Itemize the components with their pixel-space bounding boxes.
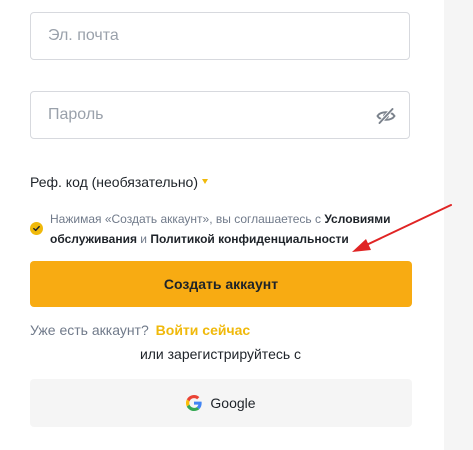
terms-agreement-text: Нажимая «Создать аккаунт», вы соглашаете…: [50, 209, 410, 249]
email-field[interactable]: [30, 12, 410, 60]
eye-slash-icon[interactable]: [375, 105, 397, 127]
terms-prefix: Нажимая «Создать аккаунт», вы соглашаете…: [50, 212, 325, 226]
login-prompt-text: Уже есть аккаунт?: [30, 322, 149, 338]
login-prompt-row: Уже есть аккаунт? Войти сейчас: [30, 322, 250, 338]
create-account-button[interactable]: Создать аккаунт: [30, 261, 412, 307]
google-signup-button[interactable]: Google: [30, 379, 412, 427]
check-icon: [33, 225, 40, 232]
password-field[interactable]: [30, 91, 410, 139]
google-logo-icon: [186, 395, 203, 411]
referral-code-toggle[interactable]: Реф. код (необязательно): [30, 174, 208, 190]
google-label: Google: [210, 395, 256, 411]
login-now-link[interactable]: Войти сейчас: [156, 322, 251, 338]
alternative-signup-label: или зарегистрируйтесь с: [139, 346, 302, 362]
password-input[interactable]: [31, 92, 409, 138]
referral-code-label: Реф. код (необязательно): [30, 174, 198, 190]
terms-conjunction: и: [136, 232, 151, 246]
email-input[interactable]: [31, 13, 409, 59]
privacy-policy-link[interactable]: Политикой конфиденциальности: [150, 232, 348, 246]
caret-down-icon: [202, 178, 208, 184]
side-panel-background: [444, 0, 473, 450]
terms-checkbox[interactable]: [30, 222, 43, 235]
